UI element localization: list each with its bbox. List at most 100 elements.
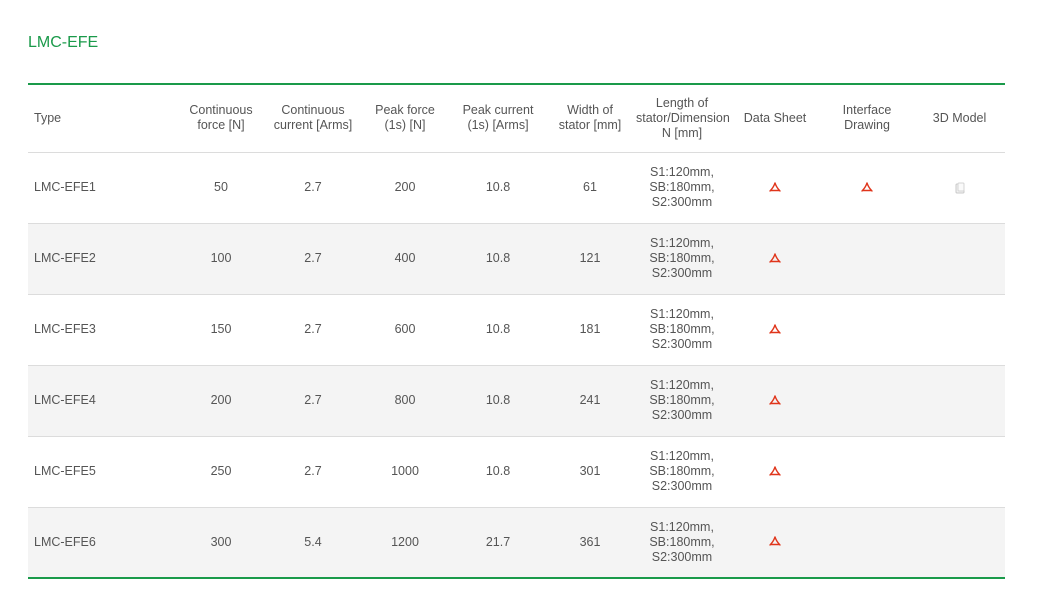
dim-line: S2:300mm [651, 337, 713, 351]
dim-line: S2:300mm [651, 549, 713, 564]
header-line: Interface [842, 103, 892, 118]
cell-continuous-force: 300 [210, 534, 232, 549]
cell-width: 241 [546, 365, 634, 437]
header-peak-force: Peak force (1s) [N] [360, 84, 450, 153]
header-line: stator/Dimension [636, 110, 730, 125]
cell-length: S1:120mm, SB:180mm, S2:300mm [634, 436, 730, 508]
table-row: LMC-EFE2 100 2.7 400 10.8 121 S1:120mm, … [28, 223, 1005, 295]
dim-line: S1:120mm, [650, 165, 714, 179]
cell-continuous-current: 2.7 [266, 294, 360, 366]
cell-peak-current: 10.8 [450, 294, 546, 366]
cell-datasheet [730, 223, 820, 295]
cell-length: S1:120mm, SB:180mm, S2:300mm [634, 365, 730, 437]
cell-length: S1:120mm, SB:180mm, S2:300mm [634, 152, 730, 224]
header-continuous-current: Continuous current [Arms] [266, 84, 360, 153]
cell-width: 181 [546, 294, 634, 366]
cell-peak-force: 800 [360, 365, 450, 437]
cell-3d-model [914, 294, 1005, 366]
pdf-icon[interactable] [768, 465, 782, 479]
header-continuous-force: Continuous force [N] [176, 84, 266, 153]
cell-continuous-current: 2.7 [266, 152, 360, 224]
header-line: Peak force [375, 103, 435, 118]
header-line: force [N] [197, 118, 245, 133]
header-line: current [Arms] [273, 118, 353, 133]
pdf-icon[interactable] [768, 252, 782, 266]
cell-datasheet [730, 436, 820, 508]
cell-continuous-current: 2.7 [266, 223, 360, 295]
cell-length: S1:120mm, SB:180mm, S2:300mm [634, 294, 730, 366]
cell-datasheet [730, 365, 820, 437]
cell-continuous-force: 250 [176, 436, 266, 508]
pdf-icon[interactable] [768, 535, 782, 549]
cell-length: S1:120mm, SB:180mm, S2:300mm [634, 507, 730, 578]
dim-line: SB:180mm, [649, 393, 715, 407]
header-line: Continuous [281, 103, 345, 118]
cell-interface-drawing [820, 365, 914, 437]
cell-peak-current: 21.7 [485, 534, 511, 549]
header-line: (1s) [N] [384, 118, 426, 133]
table-row: LMC-EFE6 300 5.4 1200 21.7 361 S1:120mm,… [28, 507, 1005, 578]
cell-width: 121 [546, 223, 634, 295]
cell-continuous-force: 50 [176, 152, 266, 224]
cell-3d-model [914, 223, 1005, 295]
dim-line: S2:300mm [651, 479, 713, 493]
header-interface-drawing: Interface Drawing [820, 84, 914, 153]
cell-width: 61 [546, 152, 634, 224]
pdf-icon[interactable] [768, 181, 782, 195]
cell-interface-drawing [820, 507, 914, 578]
header-line: stator [mm] [558, 118, 622, 133]
cell-type: LMC-EFE2 [28, 223, 176, 295]
dim-line: S2:300mm [651, 195, 713, 209]
header-line: (1s) [Arms] [467, 118, 529, 133]
cell-datasheet [730, 294, 820, 366]
table-row: LMC-EFE4 200 2.7 800 10.8 241 S1:120mm, … [28, 365, 1005, 437]
cell-peak-force: 1200 [391, 534, 419, 549]
table-row: LMC-EFE3 150 2.7 600 10.8 181 S1:120mm, … [28, 294, 1005, 366]
cell-interface-drawing [820, 223, 914, 295]
cell-interface-drawing [820, 152, 914, 224]
cell-continuous-current: 2.7 [266, 436, 360, 508]
dim-line: S1:120mm, [650, 236, 714, 250]
cell-peak-current: 10.8 [450, 152, 546, 224]
header-width: Width of stator [mm] [546, 84, 634, 153]
cell-datasheet [730, 152, 820, 224]
cell-3d-model [914, 152, 1005, 224]
cell-continuous-current: 5.4 [304, 534, 322, 549]
header-line: Drawing [844, 118, 890, 133]
cell-peak-current: 10.8 [450, 223, 546, 295]
cell-continuous-current: 2.7 [266, 365, 360, 437]
dim-line: SB:180mm, [649, 534, 715, 549]
cell-3d-model [914, 507, 1005, 578]
dim-line: S2:300mm [651, 408, 713, 422]
pdf-icon[interactable] [860, 181, 874, 195]
cell-length: S1:120mm, SB:180mm, S2:300mm [634, 223, 730, 295]
3d-model-icon[interactable] [953, 181, 967, 195]
header-line: N [mm] [661, 125, 703, 140]
pdf-icon[interactable] [768, 394, 782, 408]
product-table: Type Continuous force [N] Continuous curre… [28, 83, 1005, 579]
header-type: Type [28, 84, 176, 153]
cell-type: LMC-EFE3 [28, 294, 176, 366]
table-row: LMC-EFE1 50 2.7 200 10.8 61 S1:120mm, SB… [28, 152, 1005, 224]
header-length: Length of stator/Dimension N [mm] [634, 84, 730, 153]
cell-type: LMC-EFE6 [34, 534, 96, 549]
cell-3d-model [914, 365, 1005, 437]
dim-line: SB:180mm, [649, 180, 715, 194]
cell-interface-drawing [820, 294, 914, 366]
cell-peak-force: 400 [360, 223, 450, 295]
cell-continuous-force: 100 [176, 223, 266, 295]
cell-peak-force: 1000 [360, 436, 450, 508]
header-datasheet: Data Sheet [730, 84, 820, 153]
page-title: LMC-EFE [28, 34, 99, 51]
cell-peak-force: 600 [360, 294, 450, 366]
cell-continuous-force: 150 [176, 294, 266, 366]
header-peak-current: Peak current (1s) [Arms] [450, 84, 546, 153]
pdf-icon[interactable] [768, 323, 782, 337]
cell-interface-drawing [820, 436, 914, 508]
header-line: Continuous [189, 103, 253, 118]
cell-peak-force: 200 [360, 152, 450, 224]
dim-line: SB:180mm, [649, 251, 715, 265]
dim-line: S1:120mm, [650, 519, 714, 534]
dim-line: S1:120mm, [650, 307, 714, 321]
table-row: LMC-EFE5 250 2.7 1000 10.8 301 S1:120mm,… [28, 436, 1005, 508]
